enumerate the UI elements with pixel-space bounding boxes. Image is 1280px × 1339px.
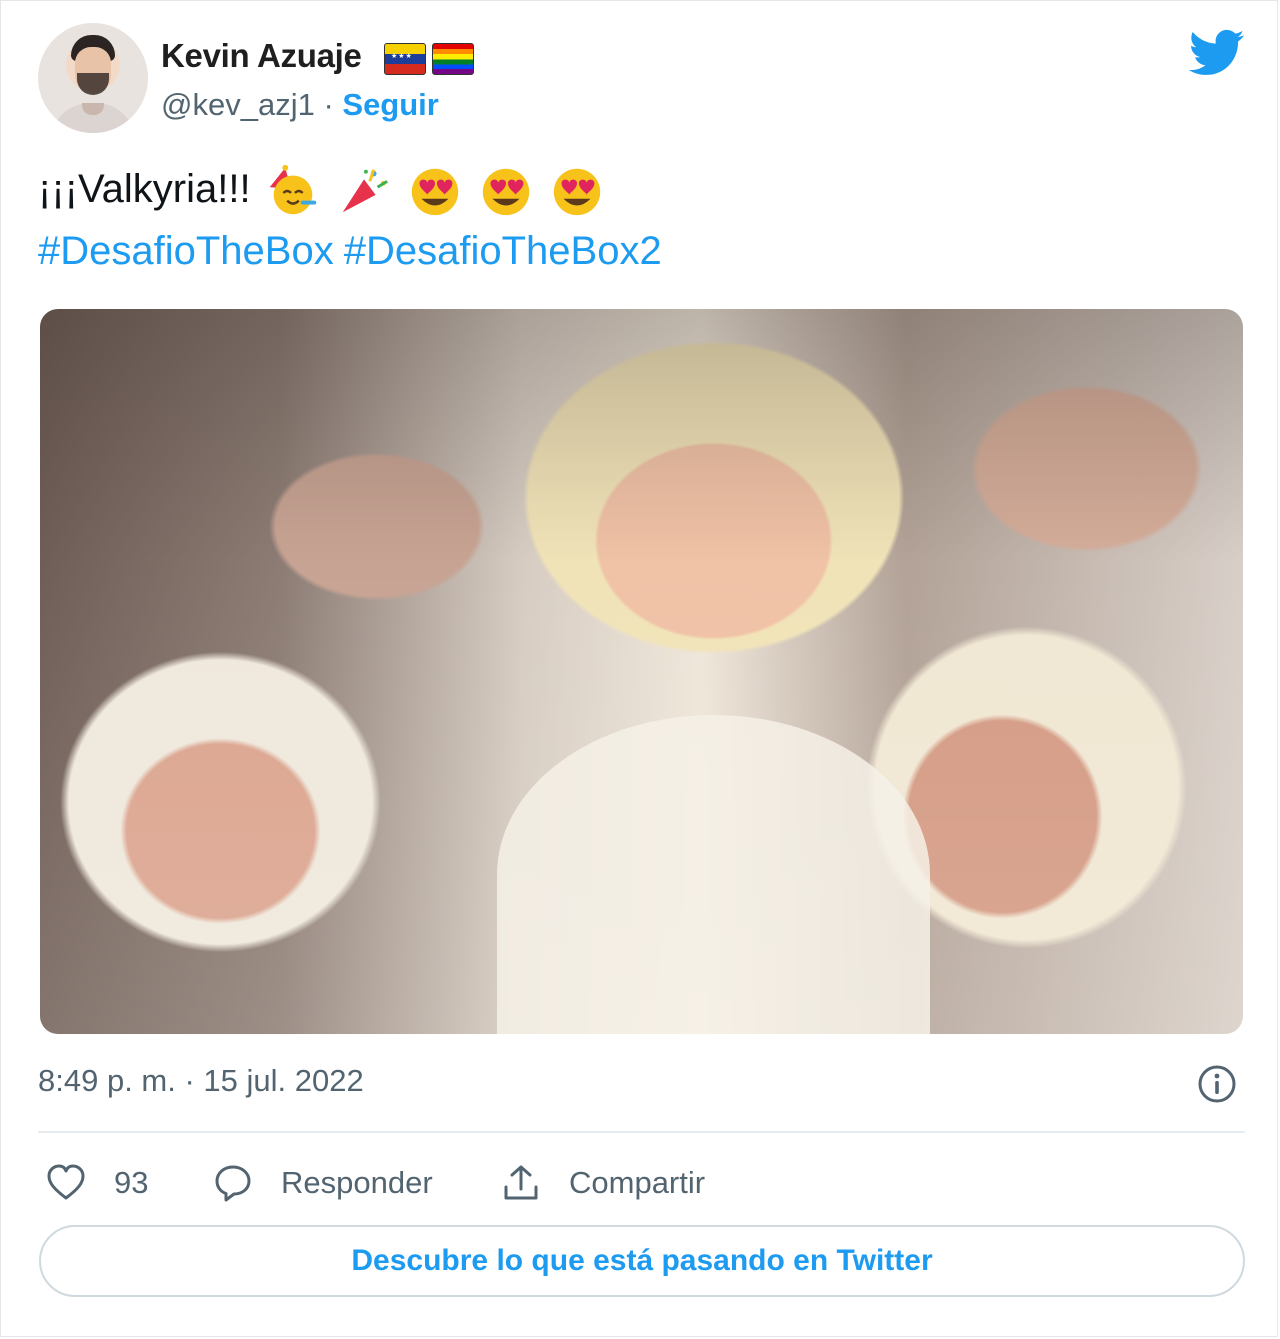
heart-eyes-icon: [482, 169, 530, 216]
reply-label: Responder: [281, 1165, 433, 1200]
info-icon[interactable]: [1197, 1064, 1237, 1104]
divider: [38, 1131, 1245, 1133]
tweet-text: ¡¡¡Valkyria!!!: [38, 167, 262, 211]
reply-button[interactable]: Responder: [213, 1159, 433, 1207]
timestamp[interactable]: 8:49 p. m. · 15 jul. 2022: [38, 1063, 364, 1099]
handle-separator: ·: [314, 87, 343, 122]
tweet-text-line: ¡¡¡Valkyria!!!: [38, 161, 606, 217]
heart-icon: [47, 1164, 85, 1200]
share-button[interactable]: Compartir: [501, 1159, 705, 1207]
partying-face-icon: [269, 165, 316, 215]
speech-bubble-icon: [215, 1165, 251, 1202]
avatar[interactable]: [38, 23, 148, 133]
hashtags: #DesafioTheBox #DesafioTheBox2: [38, 223, 672, 279]
rainbow-flag-icon: [432, 43, 474, 75]
hashtag-link[interactable]: #DesafioTheBox2: [344, 229, 662, 273]
tweet-photo[interactable]: [40, 309, 1243, 1034]
heart-eyes-icon: [554, 169, 601, 216]
follow-button[interactable]: Seguir: [342, 87, 438, 122]
heart-eyes-icon: [411, 169, 459, 216]
tweet-card: Kevin Azuaje @kev_azj1 · Seguir ¡¡¡Valky…: [0, 0, 1278, 1337]
hashtag-link[interactable]: #DesafioTheBox: [38, 229, 334, 273]
discover-twitter-button[interactable]: Descubre lo que está pasando en Twitter: [39, 1225, 1245, 1297]
like-count: 93: [114, 1165, 149, 1200]
like-button[interactable]: 93: [46, 1159, 148, 1207]
author-handle[interactable]: @kev_azj1: [161, 87, 315, 122]
share-label: Compartir: [569, 1165, 706, 1200]
author-handle-line: @kev_azj1 · Seguir: [161, 87, 439, 123]
share-upload-icon: [504, 1165, 538, 1200]
venezuela-flag-icon: [384, 43, 426, 75]
twitter-bird-icon[interactable]: [1189, 29, 1245, 77]
party-popper-icon: [342, 169, 388, 213]
author-name[interactable]: Kevin Azuaje: [161, 37, 362, 75]
